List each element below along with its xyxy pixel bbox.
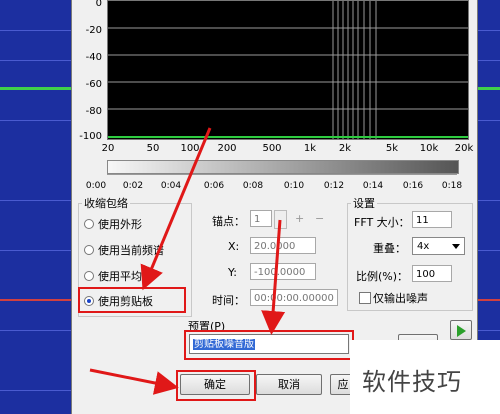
overlap-label: 重叠： xyxy=(373,242,406,255)
y-label-20: -20 xyxy=(85,25,102,36)
fft-size-label: FFT 大小： xyxy=(354,216,410,229)
fft-size-input[interactable]: 11 xyxy=(412,211,452,228)
add-anchor-icon[interactable]: + xyxy=(295,212,304,225)
x-label-10k: 10k xyxy=(419,143,439,154)
radio-use-shape[interactable]: 使用外形 xyxy=(84,216,142,232)
y-label-60: -60 xyxy=(85,79,102,90)
remove-anchor-icon[interactable]: − xyxy=(315,212,324,225)
waveform-green-right xyxy=(476,87,500,90)
radio-label: 使用外形 xyxy=(98,218,142,231)
x-label-50: 50 xyxy=(146,143,160,154)
y-coord-input[interactable]: -100.0000 xyxy=(250,263,316,280)
time-label-12: 0:12 xyxy=(323,181,345,191)
time-label-18: 0:18 xyxy=(441,181,463,191)
waveform-green-left xyxy=(0,87,71,90)
radio-label: 使用当前频谱 xyxy=(98,244,164,257)
x-label-20k: 20k xyxy=(454,143,474,154)
radio-dot xyxy=(84,271,94,281)
y-coord-label: Y: xyxy=(228,266,237,279)
watermark: 软件技巧 xyxy=(350,340,500,414)
time-label-10: 0:10 xyxy=(283,181,305,191)
noise-only-checkbox[interactable] xyxy=(359,292,371,304)
noise-only-label: 仅输出噪声 xyxy=(373,292,428,305)
time-input[interactable]: 00:00:00.00000 xyxy=(250,289,338,306)
radio-use-average[interactable]: 使用平均值 xyxy=(84,268,153,284)
time-label-6: 0:06 xyxy=(203,181,225,191)
time-label-2: 0:02 xyxy=(122,181,144,191)
x-label-500: 500 xyxy=(262,143,282,154)
time-label: 时间： xyxy=(212,294,245,307)
x-label-5k: 5k xyxy=(385,143,399,154)
watermark-text: 软件技巧 xyxy=(362,368,462,396)
x-label-100: 100 xyxy=(180,143,200,154)
y-label-40: -40 xyxy=(85,52,102,63)
x-label-1k: 1k xyxy=(303,143,317,154)
radio-dot xyxy=(84,219,94,229)
preview-play-button[interactable] xyxy=(450,320,472,340)
anchor-input[interactable]: 1 xyxy=(250,210,272,227)
highlight-ok-button xyxy=(176,370,256,401)
time-slider[interactable] xyxy=(107,160,459,174)
settings-group-title: 设置 xyxy=(351,195,377,211)
y-label-100: -100 xyxy=(79,131,102,142)
x-label-20: 20 xyxy=(101,143,115,154)
overlap-value: 4x xyxy=(417,241,430,252)
radio-dot xyxy=(84,245,94,255)
chevron-down-icon xyxy=(452,244,460,249)
time-label-0: 0:00 xyxy=(85,181,107,191)
time-label-4: 0:04 xyxy=(160,181,182,191)
waveform-red-right xyxy=(476,299,500,301)
y-label-0: 0 xyxy=(95,0,102,9)
x-coord-input[interactable]: 20.0000 xyxy=(250,237,316,254)
cancel-button[interactable]: 取消 xyxy=(256,374,322,395)
overlap-select[interactable]: 4x xyxy=(412,237,465,255)
radio-label: 使用平均值 xyxy=(98,270,153,283)
ratio-label: 比例(%)： xyxy=(356,270,409,283)
x-label-2k: 2k xyxy=(338,143,352,154)
anchor-label: 锚点： xyxy=(212,215,245,228)
time-label-8: 0:08 xyxy=(242,181,264,191)
envelope-group-title: 收缩包络 xyxy=(82,195,130,211)
anchor-spinner[interactable] xyxy=(274,210,287,229)
spectrum-graph[interactable] xyxy=(107,0,469,140)
play-icon xyxy=(456,325,466,337)
x-label-200: 200 xyxy=(217,143,237,154)
time-label-14: 0:14 xyxy=(362,181,384,191)
x-coord-label: X: xyxy=(228,240,240,253)
highlight-preset-field xyxy=(184,330,354,360)
time-ruler xyxy=(107,174,457,175)
ratio-input[interactable]: 100 xyxy=(412,265,452,282)
radio-use-current-spectrum[interactable]: 使用当前频谱 xyxy=(84,242,164,258)
time-label-16: 0:16 xyxy=(402,181,424,191)
y-label-80: -80 xyxy=(85,106,102,117)
highlight-clipboard-option xyxy=(78,287,186,313)
waveform-red-left xyxy=(0,299,71,301)
